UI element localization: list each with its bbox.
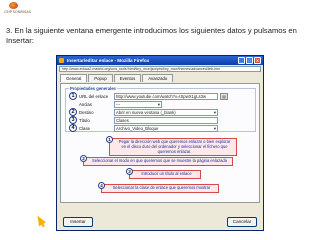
class-label: Clase — [79, 126, 90, 131]
minimize-button[interactable]: _ — [238, 57, 245, 64]
close-button[interactable]: ✕ — [254, 57, 261, 64]
school-logo: CEIP SONRISAS — [4, 2, 31, 16]
logo-text: CEIP SONRISAS — [4, 10, 31, 14]
url-label: URL del enlace — [79, 94, 109, 99]
window-title: Insertar/editar enlace - Mozilla Firefox — [67, 58, 150, 63]
url-input[interactable]: http://www.youtube.com/watch?v=tSpwX1gLs… — [114, 93, 218, 100]
field-row-title: 3 Título Clases — [69, 116, 255, 124]
callout-4: 4 Seleccionar la clase de enlace que que… — [98, 182, 219, 193]
callout-number: 1 — [106, 136, 113, 143]
marker-1: 1 — [69, 92, 77, 100]
properties-legend: Propiedades generales — [69, 86, 117, 91]
tab-general[interactable]: General — [60, 74, 88, 82]
tab-panel: Propiedades generales 1 URL del enlace h… — [60, 83, 260, 203]
class-select[interactable]: Archivo_Video_Bloque — [114, 125, 218, 132]
target-label: Destino — [79, 110, 94, 115]
tab-popup[interactable]: Popup — [88, 74, 113, 82]
window-titlebar: Insertar/editar enlace - Mozilla Firefox… — [57, 56, 263, 65]
callout-text: Seleccionar la clase de enlace que quere… — [112, 185, 211, 190]
field-row-class: 4 Clase Archivo_Video_Bloque — [69, 124, 255, 132]
callout-number: 2 — [80, 155, 87, 162]
popup-window: Insertar/editar enlace - Mozilla Firefox… — [56, 55, 264, 231]
url-bar: http://www.educa2.madrid.org/cms_tools/h… — [59, 66, 261, 72]
target-select[interactable]: Abrir en nueva ventana (_blank) — [114, 109, 218, 116]
callout-text: Seleccionar el modo en que queremos que … — [92, 158, 227, 163]
callout-1: 1 Pegar la dirección web que queremos en… — [106, 136, 237, 157]
insert-button[interactable]: Insertar — [63, 217, 93, 227]
marker-3: 3 — [69, 116, 77, 124]
hand-pointer-icon — [34, 213, 46, 227]
tab-eventos[interactable]: Eventos — [113, 74, 142, 82]
tab-avanzado[interactable]: Avanzado — [142, 74, 174, 82]
callout-number: 4 — [98, 182, 105, 189]
callout-3: 3 Introducir un título al enlace — [126, 168, 201, 179]
title-label: Título — [79, 118, 90, 123]
field-row-url: 1 URL del enlace http://www.youtube.com/… — [69, 92, 255, 100]
callout-text: Pegar la dirección web que queremos enla… — [118, 139, 231, 154]
marker-2: 2 — [69, 108, 77, 116]
maximize-button[interactable]: □ — [246, 57, 253, 64]
anchors-label: Anclas — [79, 102, 92, 107]
cancel-button[interactable]: Cancelar — [227, 217, 257, 227]
anchors-select[interactable]: --- — [114, 101, 162, 108]
callout-2: 2 Seleccionar el modo en que queremos qu… — [80, 155, 233, 166]
marker-4: 4 — [69, 124, 77, 132]
firefox-icon — [59, 58, 64, 63]
field-row-target: 2 Destino Abrir en nueva ventana (_blank… — [69, 108, 255, 116]
general-properties: Propiedades generales 1 URL del enlace h… — [65, 86, 256, 132]
callout-text: Introducir un título al enlace — [141, 171, 192, 176]
title-input[interactable]: Clases — [114, 117, 218, 124]
logo-icon — [9, 2, 18, 9]
tab-bar: General Popup Eventos Avanzado — [60, 74, 261, 82]
instruction-text: 3. En la siguiente ventana emergente int… — [6, 26, 297, 45]
field-row-anchors: Anclas --- — [69, 101, 255, 108]
callout-number: 3 — [126, 168, 133, 175]
browse-button[interactable]: ▤ — [220, 93, 228, 100]
